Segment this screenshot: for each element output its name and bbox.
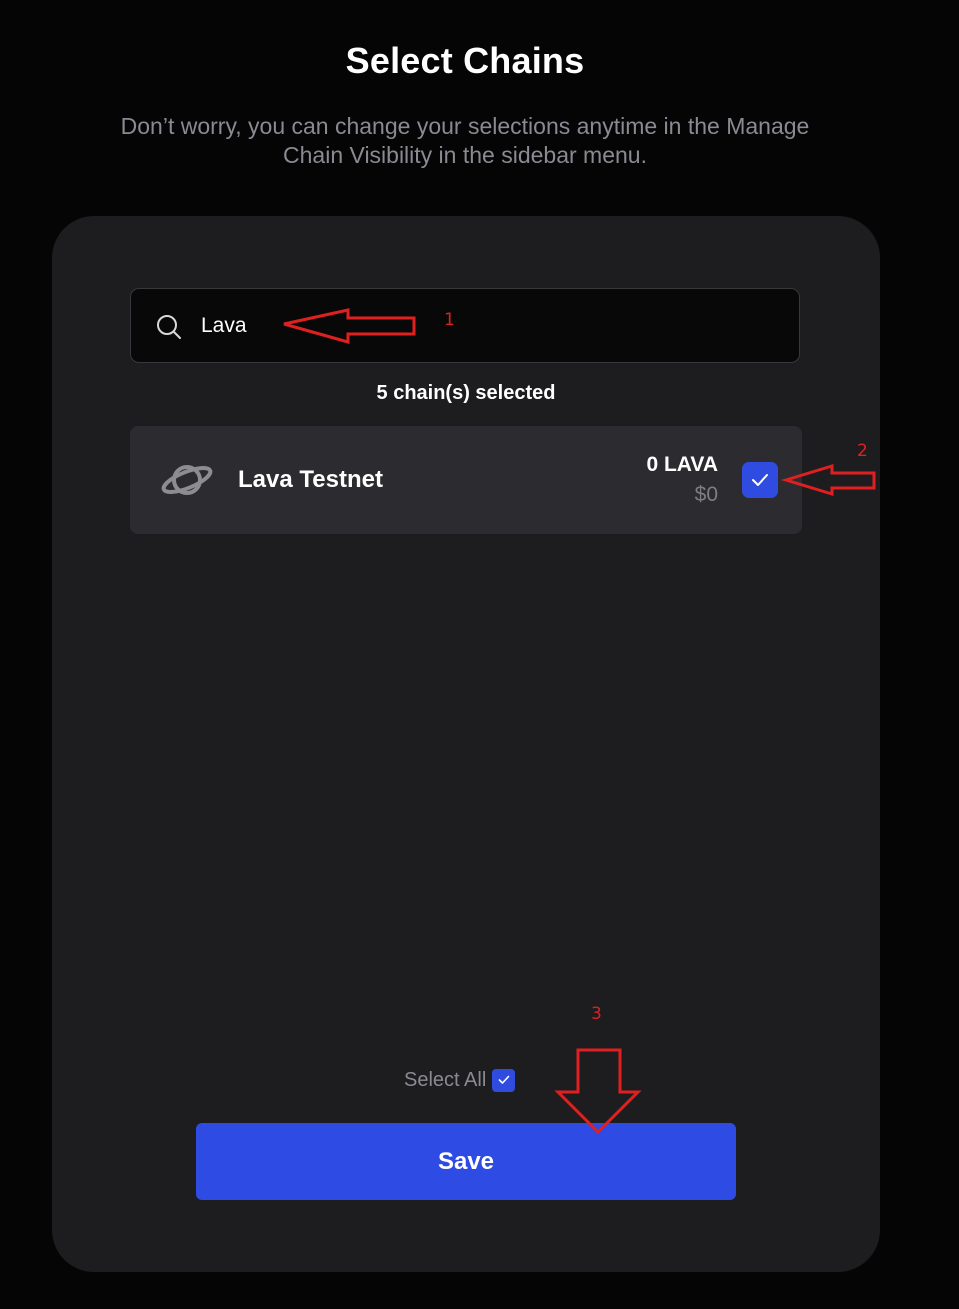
save-button[interactable]: Save bbox=[196, 1123, 736, 1200]
annotation-number-3: 3 bbox=[591, 1004, 602, 1024]
page-subtitle: Don’t worry, you can change your selecti… bbox=[120, 113, 810, 168]
planet-icon bbox=[161, 465, 213, 495]
checkmark-icon bbox=[752, 474, 768, 486]
select-all-toggle[interactable]: Select All bbox=[404, 1068, 516, 1092]
select-all-label: Select All bbox=[404, 1068, 487, 1091]
chain-checkbox[interactable] bbox=[742, 462, 778, 498]
annotation-number-2: 2 bbox=[857, 441, 868, 461]
select-all-checkbox[interactable] bbox=[492, 1068, 516, 1092]
chain-name: Lava Testnet bbox=[238, 466, 383, 493]
search-icon bbox=[157, 315, 181, 339]
checkmark-icon bbox=[498, 1075, 510, 1084]
chain-row-lava-testnet[interactable]: Lava Testnet 0 LAVA $0 bbox=[130, 426, 802, 534]
search-input[interactable] bbox=[201, 307, 761, 345]
annotation-number-1: 1 bbox=[444, 310, 455, 330]
search-box[interactable] bbox=[130, 288, 800, 363]
selected-count: 5 chain(s) selected bbox=[376, 382, 556, 404]
chain-selection-panel: 5 chain(s) selected Lava Testnet 0 LAVA … bbox=[52, 216, 880, 1272]
chain-balance: 0 LAVA bbox=[646, 453, 718, 476]
page-title: Select Chains bbox=[345, 40, 585, 81]
chain-usd-value: $0 bbox=[694, 483, 718, 506]
